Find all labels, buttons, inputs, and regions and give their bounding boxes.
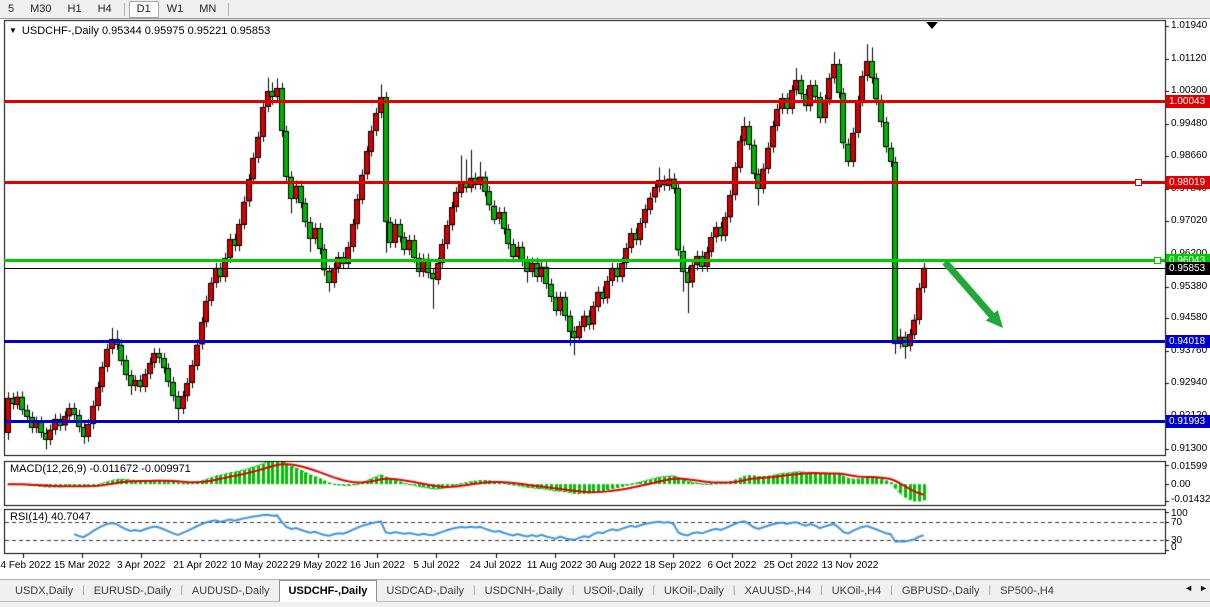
price-axis-tick: 0.98660 [1171, 150, 1207, 161]
timeframe-button-d1[interactable]: D1 [129, 1, 159, 18]
toolbar-separator [228, 3, 229, 16]
price-badge-0.91993: 0.91993 [1166, 415, 1210, 428]
date-axis-tick: 10 May 2022 [230, 560, 288, 571]
timeframe-button-h1[interactable]: H1 [60, 1, 90, 18]
tab-usdcad-daily[interactable]: USDCAD-,Daily [377, 580, 473, 601]
timeframe-toolbar: 5M30H1H4 D1W1MN [0, 0, 1210, 19]
macd-axis-tick: 0.00 [1171, 479, 1190, 490]
chart-symbol-period: USDCHF-,Daily [22, 25, 99, 37]
date-axis-tick: 6 Oct 2022 [707, 560, 756, 571]
macd-axis-tick: -0.014321 [1171, 494, 1210, 505]
date-axis-tick: 21 Apr 2022 [173, 560, 227, 571]
toolbar-separator [124, 3, 125, 16]
rsi-axis-tick: 0 [1171, 542, 1177, 553]
date-axis-tick: 13 Nov 2022 [822, 560, 879, 571]
timeframe-button-h4[interactable]: H4 [90, 1, 120, 18]
chart-shift-marker-icon[interactable] [926, 22, 938, 29]
tab-usdx-daily[interactable]: USDX,Daily [6, 580, 82, 601]
price-badge-0.98019: 0.98019 [1166, 176, 1210, 189]
tab-eurusd-daily[interactable]: EURUSD-,Daily [85, 580, 181, 601]
date-axis-tick: 29 May 2022 [289, 560, 347, 571]
timeframe-button-mn[interactable]: MN [191, 1, 224, 18]
tab-sp500-h4[interactable]: SP500-,H4 [991, 580, 1063, 601]
price-axis-tick: 0.99480 [1171, 118, 1207, 129]
chart-menu-icon[interactable]: ▼ [9, 26, 17, 35]
timeframe-button-m30[interactable]: M30 [22, 1, 59, 18]
date-axis-tick: 5 Jul 2022 [413, 560, 459, 571]
date-axis-tick: 30 Aug 2022 [586, 560, 642, 571]
mt4-chart-window: 5M30H1H4 D1W1MN ▼ USDCHF-,Daily 0.95344 0.… [0, 0, 1210, 607]
chart-tab-bar: USDX,Daily|EURUSD-,Daily|AUDUSD-,DailyUS… [0, 579, 1210, 607]
tab-gbpusd-daily[interactable]: GBPUSD-,Daily [893, 580, 989, 601]
price-axis-tick: 0.95380 [1171, 281, 1207, 292]
tab-scroll-left-icon[interactable]: ◄ [1184, 583, 1193, 593]
tab-usdchf-daily[interactable]: USDCHF-,Daily [279, 580, 378, 602]
chart-title: ▼ USDCHF-,Daily 0.95344 0.95975 0.95221 0… [9, 25, 270, 37]
price-axis-tick: 1.01940 [1171, 20, 1207, 31]
price-axis-tick: 0.92940 [1171, 377, 1207, 388]
tab-ukoil-daily[interactable]: UKOil-,Daily [655, 580, 733, 601]
price-chart-canvas[interactable] [0, 0, 1210, 607]
horizontal-line-1.00043[interactable] [4, 100, 1165, 103]
rsi-axis-tick: 70 [1171, 517, 1182, 528]
chart-ohlc-values: 0.95344 0.95975 0.95221 0.95853 [102, 25, 270, 37]
horizontal-line-0.98019[interactable] [4, 181, 1165, 184]
horizontal-line-0.91993[interactable] [4, 420, 1165, 423]
tab-usoil-daily[interactable]: USOil-,Daily [574, 580, 652, 601]
line-handle-icon[interactable] [1135, 179, 1142, 186]
date-axis-tick: 15 Mar 2022 [54, 560, 110, 571]
macd-indicator-label: MACD(12,26,9) -0.011672 -0.009971 [10, 463, 191, 475]
price-axis-tick: 1.01120 [1171, 53, 1206, 64]
line-handle-icon[interactable] [1154, 257, 1161, 264]
current-price-line [4, 268, 1165, 269]
price-badge-0.94018: 0.94018 [1166, 335, 1210, 348]
macd-axis-tick: 0.01599 [1171, 461, 1207, 472]
price-badge-0.95853: 0.95853 [1166, 262, 1210, 275]
timeframe-button-w1[interactable]: W1 [159, 1, 192, 18]
price-axis-tick: 0.97020 [1171, 215, 1207, 226]
horizontal-line-0.94018[interactable] [4, 340, 1165, 343]
date-axis-tick: 3 Apr 2022 [117, 560, 165, 571]
tab-ukoil-h4[interactable]: UKOil-,H4 [823, 580, 891, 601]
date-axis-tick: 11 Aug 2022 [527, 560, 582, 571]
rsi-indicator-label: RSI(14) 40.7047 [10, 511, 91, 523]
date-axis-tick: 25 Oct 2022 [764, 560, 818, 571]
tab-scroll-right-icon[interactable]: ► [1199, 583, 1208, 593]
price-axis-tick: 0.94580 [1171, 312, 1207, 323]
horizontal-line-0.96043[interactable] [4, 259, 1165, 262]
date-axis-tick: 24 Feb 2022 [0, 560, 51, 571]
tab-usdcnh-daily[interactable]: USDCNH-,Daily [476, 580, 572, 601]
tab-xauusd-h4[interactable]: XAUUSD-,H4 [736, 580, 821, 601]
date-axis-tick: 18 Sep 2022 [644, 560, 701, 571]
date-axis-tick: 24 Jul 2022 [470, 560, 522, 571]
tab-audusd-daily[interactable]: AUDUSD-,Daily [183, 580, 279, 601]
date-axis-tick: 16 Jun 2022 [350, 560, 405, 571]
price-badge-1.00043: 1.00043 [1166, 95, 1210, 108]
timeframe-button-5[interactable]: 5 [0, 1, 22, 18]
price-axis-tick: 0.91300 [1171, 443, 1207, 454]
